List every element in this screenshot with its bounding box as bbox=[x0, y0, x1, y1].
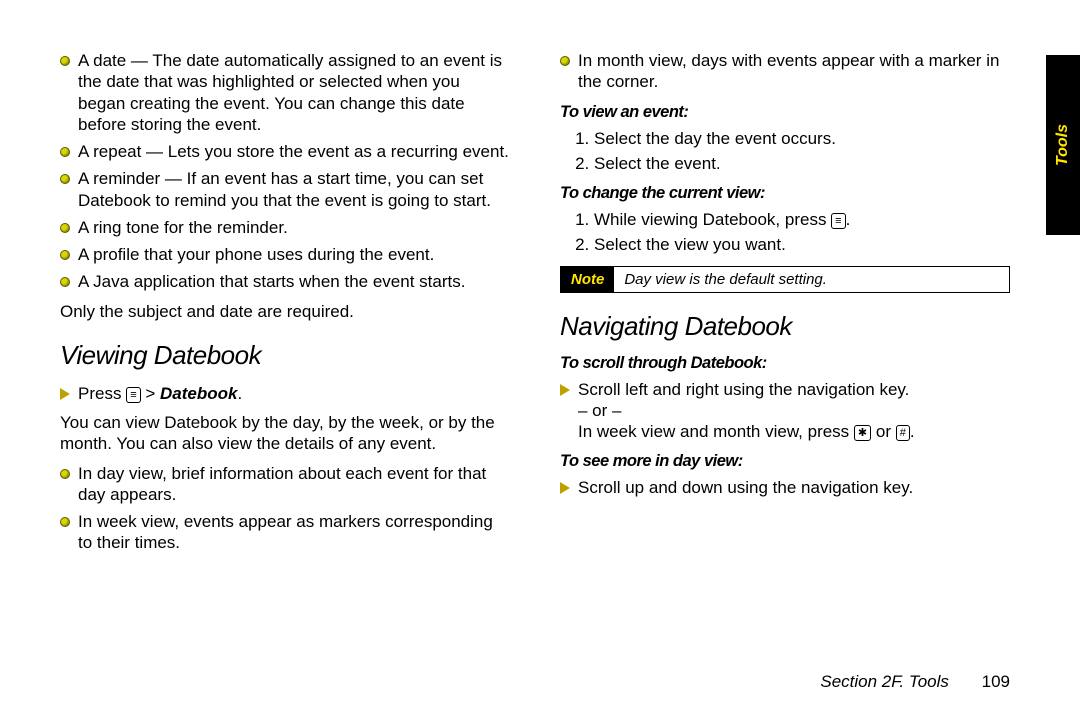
note-text: Day view is the default setting. bbox=[614, 267, 837, 292]
list-item: A repeat — Lets you store the event as a… bbox=[60, 141, 510, 162]
heading-viewing-datebook: Viewing Datebook bbox=[60, 340, 510, 371]
view-event-steps: Select the day the event occurs. Select … bbox=[560, 128, 1010, 175]
list-item: While viewing Datebook, press ≡. bbox=[594, 209, 1010, 230]
change-view-steps: While viewing Datebook, press ≡. Select … bbox=[560, 209, 1010, 256]
hash-key-icon: # bbox=[896, 425, 910, 441]
press-step: Press ≡ > Datebook. bbox=[60, 383, 510, 404]
subhead-view-event: To view an event: bbox=[560, 103, 1010, 122]
side-tab-tools: Tools bbox=[1046, 55, 1080, 235]
heading-navigating-datebook: Navigating Datebook bbox=[560, 311, 1010, 342]
required-fields-note: Only the subject and date are required. bbox=[60, 301, 510, 322]
footer-page-number: 109 bbox=[982, 672, 1010, 691]
list-item: Scroll up and down using the navigation … bbox=[560, 477, 1010, 498]
press-step-list: Press ≡ > Datebook. bbox=[60, 383, 510, 404]
list-item: A ring tone for the reminder. bbox=[60, 217, 510, 238]
list-item: Select the view you want. bbox=[594, 234, 1010, 255]
list-item: Scroll left and right using the navigati… bbox=[560, 379, 1010, 443]
footer-section: Section 2F. Tools bbox=[820, 672, 949, 691]
menu-key-icon: ≡ bbox=[831, 213, 845, 229]
event-attributes-list: A date — The date automatically assigned… bbox=[60, 50, 510, 293]
list-item: In day view, brief information about eac… bbox=[60, 463, 510, 506]
side-tab-label: Tools bbox=[1054, 124, 1072, 166]
list-item: A date — The date automatically assigned… bbox=[60, 50, 510, 135]
week-month-press: In week view and month view, press ✱ or … bbox=[578, 421, 1010, 442]
menu-key-icon: ≡ bbox=[126, 387, 140, 403]
view-modes-list-cont: In month view, days with events appear w… bbox=[560, 50, 1010, 93]
subhead-scroll: To scroll through Datebook: bbox=[560, 354, 1010, 373]
view-modes-list: In day view, brief information about eac… bbox=[60, 463, 510, 554]
list-item: Select the day the event occurs. bbox=[594, 128, 1010, 149]
list-item: A profile that your phone uses during th… bbox=[60, 244, 510, 265]
list-item: In week view, events appear as markers c… bbox=[60, 511, 510, 554]
subhead-day-view-more: To see more in day view: bbox=[560, 452, 1010, 471]
note-box: Note Day view is the default setting. bbox=[560, 266, 1010, 293]
list-item: A Java application that starts when the … bbox=[60, 271, 510, 292]
page-body: A date — The date automatically assigned… bbox=[0, 0, 1080, 660]
star-key-icon: ✱ bbox=[854, 425, 871, 441]
list-item: In month view, days with events appear w… bbox=[560, 50, 1010, 93]
viewing-desc: You can view Datebook by the day, by the… bbox=[60, 412, 510, 455]
left-column: A date — The date automatically assigned… bbox=[60, 50, 510, 660]
list-item: Select the event. bbox=[594, 153, 1010, 174]
subhead-change-view: To change the current view: bbox=[560, 184, 1010, 203]
note-label: Note bbox=[561, 267, 614, 292]
page-footer: Section 2F. Tools 109 bbox=[820, 672, 1010, 692]
list-item: A reminder — If an event has a start tim… bbox=[60, 168, 510, 211]
day-view-steps: Scroll up and down using the navigation … bbox=[560, 477, 1010, 498]
scroll-steps: Scroll left and right using the navigati… bbox=[560, 379, 1010, 443]
right-column: In month view, days with events appear w… bbox=[560, 50, 1010, 660]
